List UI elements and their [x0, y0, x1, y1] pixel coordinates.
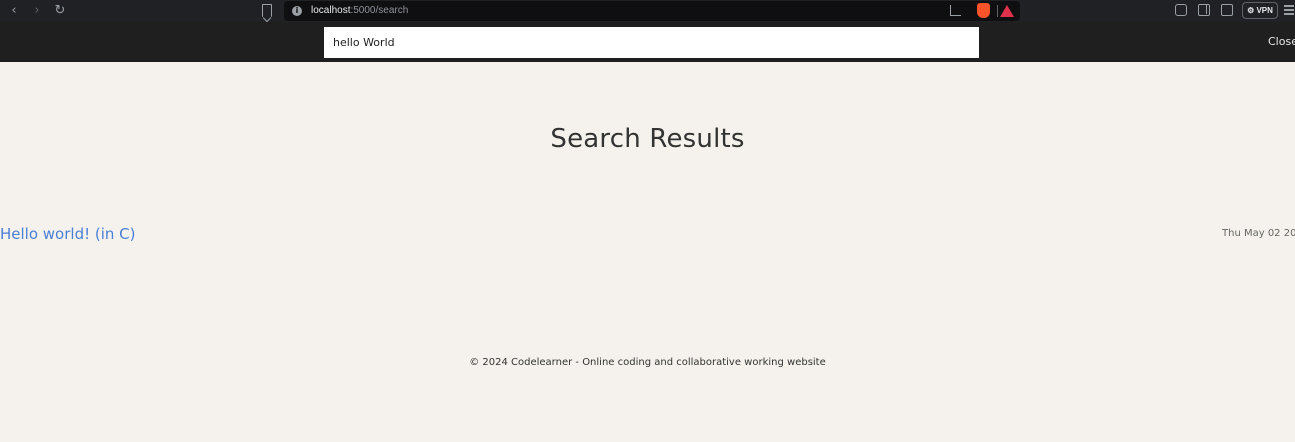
brave-shields-icon[interactable] — [977, 3, 990, 18]
site-info-icon[interactable]: i — [292, 6, 302, 16]
site-header: Close — [0, 22, 1295, 62]
reload-icon[interactable]: ↻ — [52, 3, 68, 19]
bookmark-icon[interactable] — [262, 4, 272, 17]
brave-rewards-icon[interactable] — [1000, 5, 1014, 17]
url-path: :5000/search — [350, 5, 409, 16]
vpn-button[interactable]: ⚙ VPN — [1242, 2, 1278, 19]
result-item: Hello world! (in C) Thu May 02 20 — [0, 222, 1295, 250]
search-input[interactable] — [324, 27, 979, 58]
url-text[interactable]: localhost:5000/search — [311, 4, 408, 18]
wallet-icon[interactable] — [1221, 4, 1233, 16]
result-date: Thu May 02 20 — [1222, 228, 1295, 239]
share-icon[interactable] — [950, 5, 961, 16]
sidebar-icon[interactable] — [1198, 4, 1210, 16]
browser-toolbar: ‹ › ↻ i localhost:5000/search ⚙ VPN — [0, 0, 1295, 22]
url-host: localhost — [311, 5, 351, 16]
footer-text: © 2024 Codelearner - Online coding and c… — [469, 357, 826, 368]
page-title: Search Results — [550, 124, 745, 154]
result-title-link[interactable]: Hello world! (in C) — [0, 225, 136, 243]
back-icon[interactable]: ‹ — [6, 3, 22, 19]
address-bar[interactable]: i localhost:5000/search — [284, 1, 1020, 21]
extensions-icon[interactable] — [1175, 4, 1187, 16]
menu-icon[interactable] — [1284, 5, 1294, 15]
forward-icon[interactable]: › — [29, 3, 45, 19]
close-button[interactable]: Close — [1268, 35, 1295, 48]
divider — [997, 5, 998, 17]
